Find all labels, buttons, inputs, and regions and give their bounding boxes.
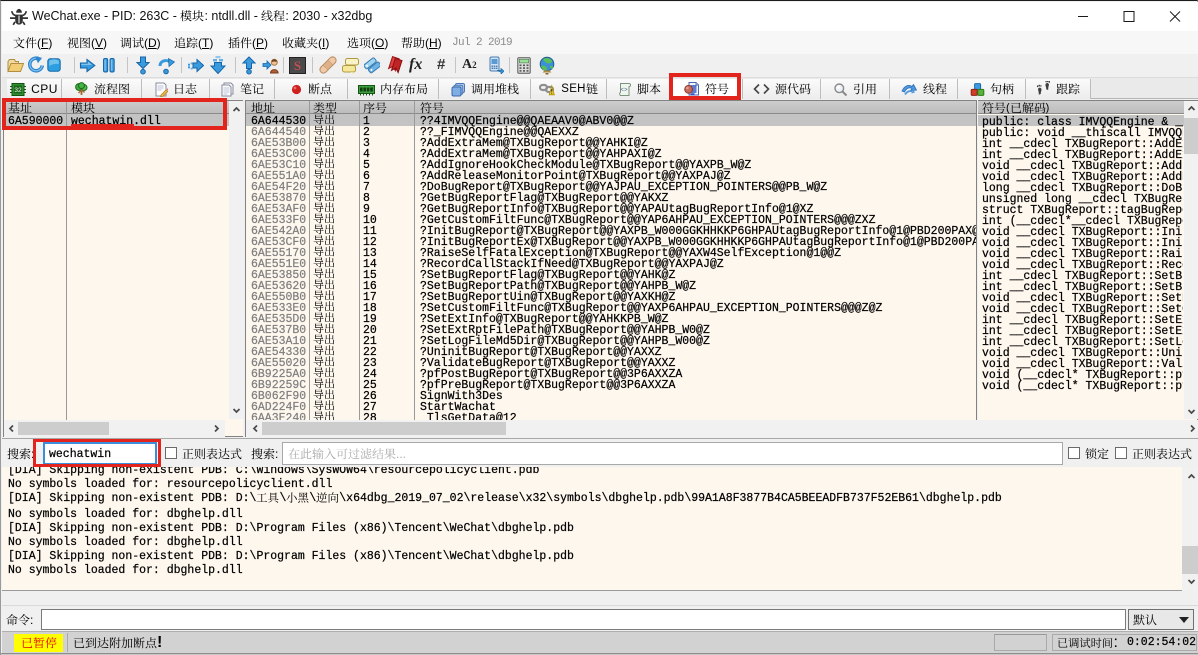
svg-text:32: 32 <box>14 87 22 94</box>
svg-text:S: S <box>294 58 301 73</box>
svg-text:<>: <> <box>620 86 628 93</box>
